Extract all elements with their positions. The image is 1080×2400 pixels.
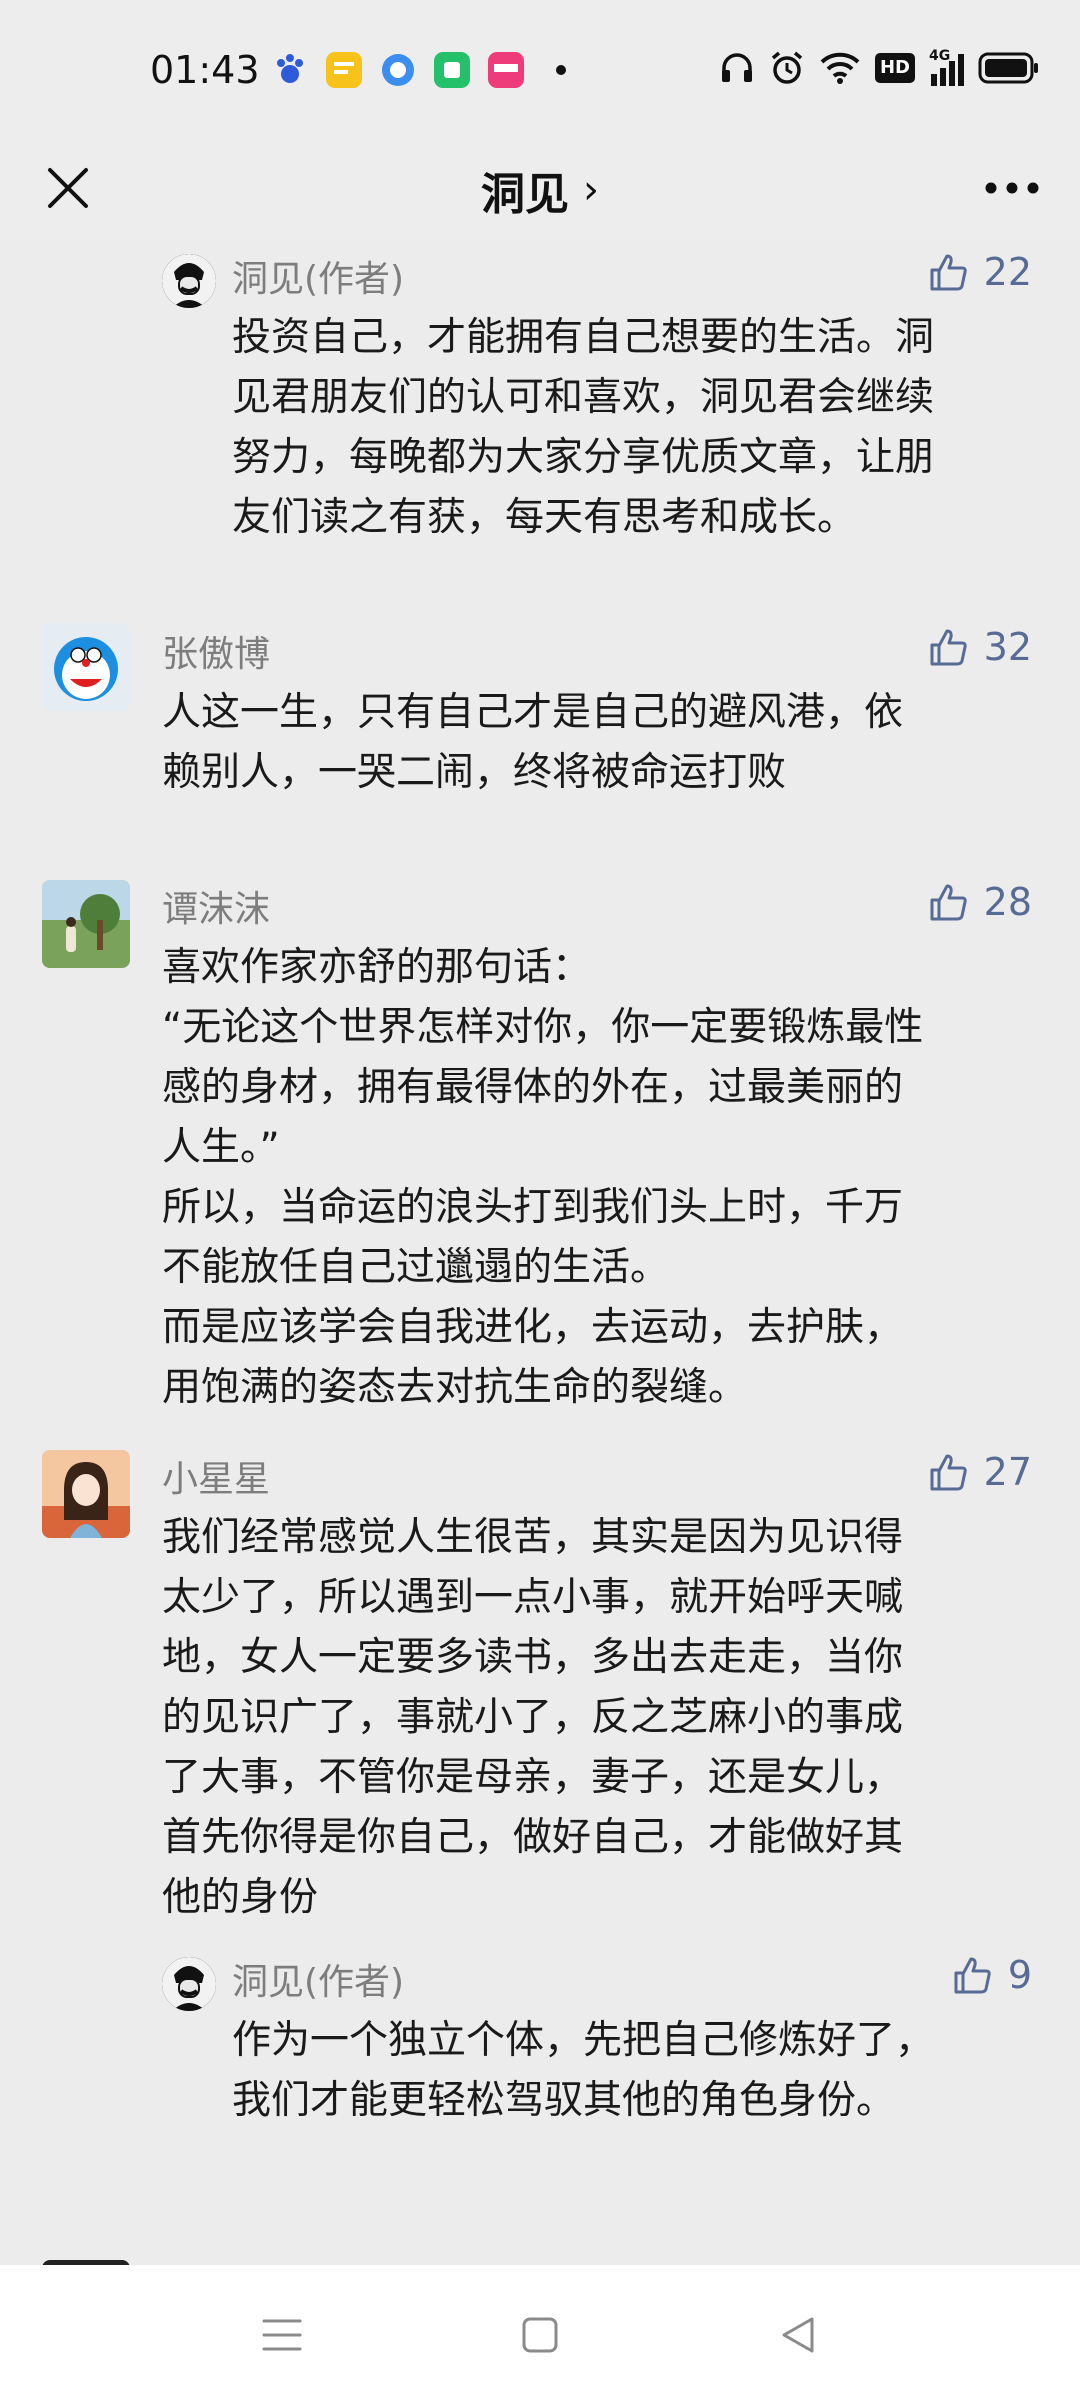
author-portrait-icon: [162, 254, 216, 308]
comment-author-name[interactable]: 小星星: [162, 1450, 270, 1502]
author-portrait-icon: [162, 1957, 216, 2011]
app-store-icon: [434, 52, 470, 88]
doraemon-avatar-icon: [42, 623, 130, 711]
like-button[interactable]: 32: [928, 625, 1032, 669]
status-time: 01:43: [150, 48, 260, 92]
nature-photo-avatar-icon: [42, 880, 130, 968]
wifi-icon: [820, 52, 860, 84]
comment-text: 作为一个独立个体，先把自己修炼好了， 我们才能更轻松驾驭其他的角色身份。: [232, 2018, 935, 2123]
thumbs-up-icon: [954, 1957, 991, 1994]
author-avatar[interactable]: [162, 254, 216, 308]
like-button[interactable]: 22: [928, 250, 1032, 294]
like-button[interactable]: 27: [928, 1450, 1032, 1494]
home-button[interactable]: [510, 2305, 570, 2365]
more-dots-icon: [985, 182, 1039, 194]
notification-icons: [270, 50, 566, 90]
like-button[interactable]: 28: [928, 880, 1032, 924]
comment-text: 投资自己，才能拥有自己想要的生活。洞 见君朋友们的认可和喜欢，洞见君会继续 努力…: [232, 315, 935, 540]
menu-button[interactable]: [252, 2305, 312, 2365]
battery-icon: [978, 52, 1038, 84]
back-triangle-icon: [782, 2317, 814, 2353]
comments-list[interactable]: 洞见(作者) 22 投资自己，才能拥有自己想要的生活。洞 见君朋友们的认可和喜欢…: [0, 240, 1080, 2265]
page-title-label: 洞见: [481, 169, 569, 220]
menu-icon: [262, 2319, 302, 2351]
system-icons: HD 4G: [719, 48, 1040, 86]
system-navigation-bar: [0, 2265, 1080, 2400]
comment-text: 喜欢作家亦舒的那句话： “无论这个世界怎样对你，你一定要锻炼最性 感的身材，拥有…: [162, 945, 924, 1410]
comment-author-name[interactable]: 洞见(作者): [232, 1953, 404, 2005]
like-count: 32: [983, 625, 1032, 669]
thumbs-up-icon: [930, 1454, 967, 1491]
comment-author-name[interactable]: 洞见(作者): [232, 250, 404, 302]
signal-4g-icon: 4G: [929, 48, 964, 86]
comment-text: 人这一生，只有自己才是自己的避风港，依 赖别人，一哭二闹，终将被命运打败: [162, 690, 904, 795]
comment-author-name[interactable]: 谭沫沫: [162, 880, 270, 932]
user-avatar[interactable]: [42, 1450, 130, 1538]
like-count: 22: [983, 250, 1032, 294]
thumbs-up-icon: [930, 629, 967, 666]
status-bar: 01:43 HD 4G: [0, 0, 1080, 140]
hd-label: HD: [879, 57, 910, 78]
notes-icon: [326, 52, 362, 88]
comment-author-name[interactable]: 张傲博: [162, 625, 270, 677]
baidu-icon: [277, 54, 303, 83]
girl-illustration-avatar-icon: [42, 1450, 130, 1538]
hd-icon: HD: [874, 53, 915, 83]
back-button[interactable]: [768, 2305, 828, 2365]
comment-text: 我们经常感觉人生很苦，其实是因为见识得 太少了，所以遇到一点小事，就开始呼天喊 …: [162, 1515, 904, 1920]
shop-icon: [488, 52, 524, 88]
network-label: 4G: [929, 48, 951, 64]
thumbs-up-icon: [930, 884, 967, 921]
like-count: 28: [983, 880, 1032, 924]
alarm-icon: [771, 51, 803, 84]
more-notifications-dot: [556, 65, 566, 75]
nav-bar: 洞见 ›: [0, 140, 1080, 240]
author-avatar[interactable]: [162, 1957, 216, 2011]
page-title[interactable]: 洞见 ›: [0, 140, 1080, 240]
like-count: 9: [1007, 1953, 1032, 1997]
like-count: 27: [983, 1450, 1032, 1494]
like-button[interactable]: 9: [952, 1953, 1032, 1997]
user-avatar[interactable]: [42, 880, 130, 968]
more-options-button[interactable]: [972, 148, 1052, 228]
thumbs-up-icon: [930, 254, 967, 291]
browser-icon: [382, 54, 414, 86]
user-avatar[interactable]: [42, 623, 130, 711]
chevron-right-icon: ›: [583, 167, 599, 213]
home-square-icon: [522, 2317, 558, 2353]
headphones-icon: [721, 53, 752, 82]
